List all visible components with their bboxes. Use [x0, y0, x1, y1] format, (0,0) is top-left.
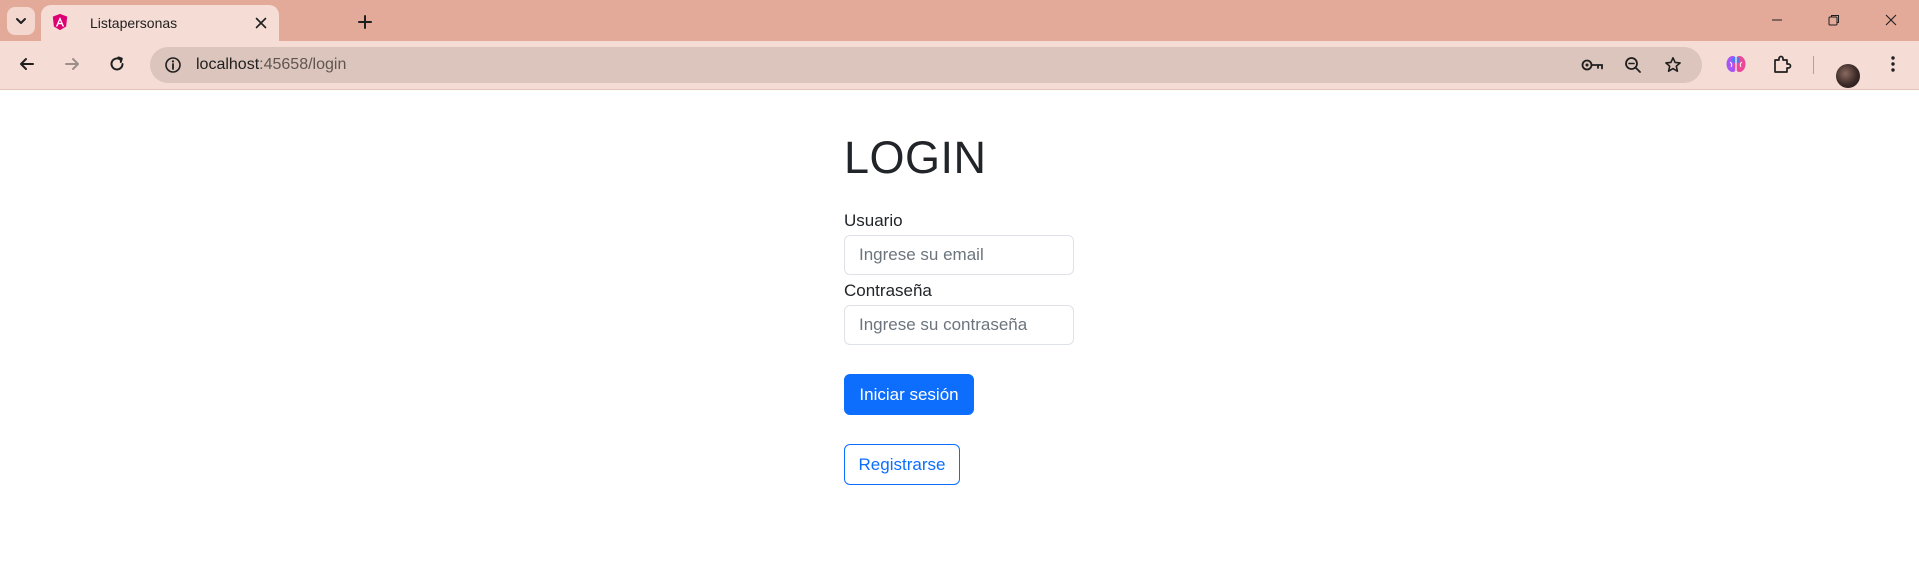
reload-button[interactable] — [100, 47, 134, 81]
chevron-down-icon — [16, 18, 26, 24]
password-label: Contraseña — [844, 281, 932, 300]
arrow-right-icon — [65, 58, 79, 70]
tab-close-button[interactable] — [249, 11, 273, 35]
close-window-button[interactable] — [1868, 4, 1914, 36]
brain-extension-button[interactable] — [1720, 48, 1752, 80]
more-vertical-icon — [1891, 56, 1895, 72]
browser-tabstrip: Listapersonas — [0, 0, 1919, 41]
arrow-left-icon — [20, 58, 34, 70]
minimize-button[interactable] — [1754, 4, 1800, 36]
forward-button[interactable] — [55, 47, 89, 81]
tab-title: Listapersonas — [90, 15, 178, 31]
url-text[interactable]: localhost:45658/login — [196, 56, 346, 74]
angular-favicon-icon — [52, 13, 68, 31]
profile-avatar[interactable] — [1836, 64, 1860, 88]
close-window-icon — [1885, 14, 1897, 26]
username-label: Usuario — [844, 211, 903, 230]
back-button[interactable] — [10, 47, 44, 81]
site-info-button[interactable] — [160, 52, 186, 78]
toolbar-divider — [1813, 56, 1814, 74]
tab-search-button[interactable] — [7, 7, 35, 35]
browser-tab-active[interactable]: Listapersonas — [41, 5, 279, 41]
zoom-out-icon — [1625, 57, 1641, 73]
address-bar[interactable]: localhost:45658/login — [150, 47, 1702, 83]
browser-toolbar: localhost:45658/login — [0, 41, 1919, 90]
register-button[interactable]: Registrarse — [844, 444, 960, 485]
close-icon — [255, 17, 267, 29]
url-host: localhost — [196, 56, 260, 73]
reload-icon — [110, 56, 124, 71]
info-icon — [165, 57, 181, 73]
bookmark-button[interactable] — [1660, 52, 1686, 78]
star-icon — [1665, 57, 1681, 72]
password-key-button[interactable] — [1580, 52, 1606, 78]
password-field[interactable] — [844, 305, 1074, 345]
url-path: :45658/login — [259, 56, 347, 73]
restore-button[interactable] — [1811, 4, 1857, 36]
new-tab-button[interactable] — [351, 8, 379, 36]
plus-icon — [358, 15, 372, 29]
minimize-icon — [1772, 19, 1782, 21]
email-field[interactable] — [844, 235, 1074, 275]
key-icon — [1581, 59, 1603, 71]
page-title: LOGIN — [844, 132, 987, 183]
extensions-button[interactable] — [1766, 48, 1798, 80]
restore-icon — [1828, 15, 1839, 26]
brain-icon — [1726, 56, 1746, 72]
browser-menu-button[interactable] — [1877, 48, 1909, 80]
zoom-button[interactable] — [1620, 52, 1646, 78]
puzzle-icon — [1774, 55, 1792, 73]
login-button[interactable]: Iniciar sesión — [844, 374, 974, 415]
page-content: LOGIN Usuario Contraseña Iniciar sesión … — [0, 90, 1919, 584]
